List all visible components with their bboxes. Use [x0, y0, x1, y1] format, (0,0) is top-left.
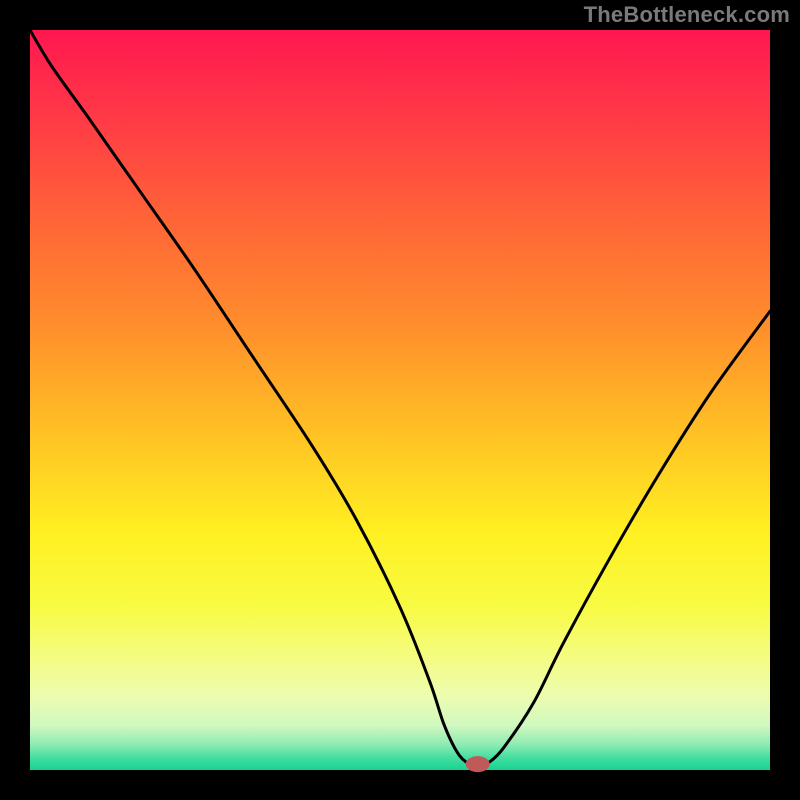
plot-area	[30, 30, 770, 770]
optimal-marker	[466, 756, 490, 772]
chart-stage: TheBottleneck.com	[0, 0, 800, 800]
bottleneck-chart	[0, 0, 800, 800]
watermark-label: TheBottleneck.com	[584, 2, 790, 28]
